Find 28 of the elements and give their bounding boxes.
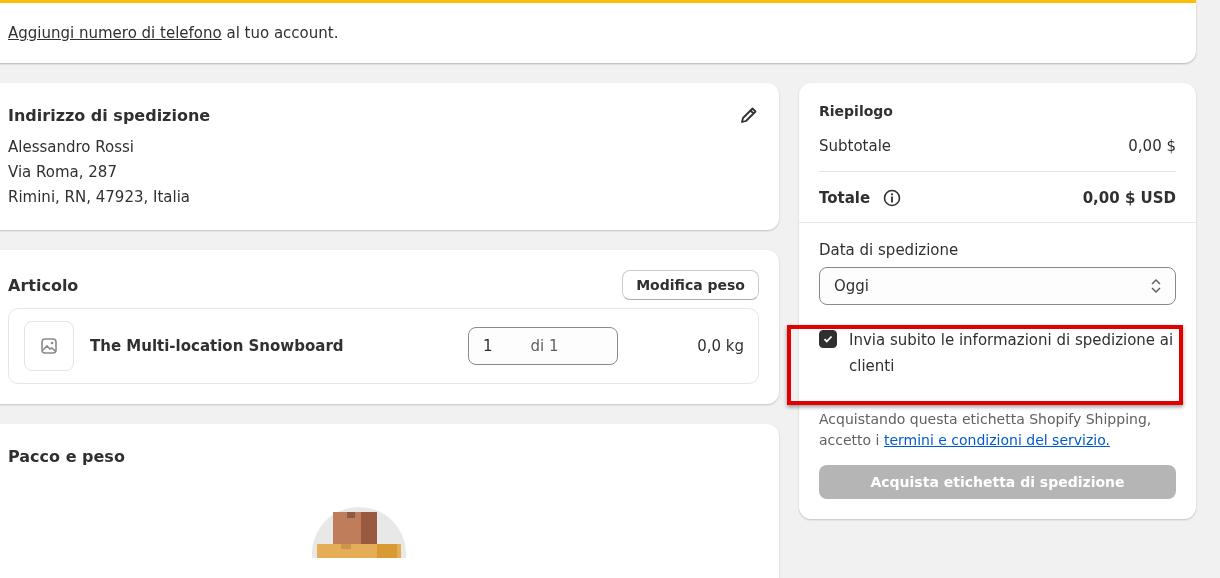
subtotal-label: Subtotale (819, 137, 892, 155)
card-title: Pacco e peso (8, 446, 125, 466)
edit-weight-button[interactable]: Modifica peso (622, 270, 759, 300)
address-line: Via Roma, 287 (8, 162, 118, 183)
edit-icon[interactable] (739, 105, 759, 125)
subtotal-value: 0,00 $ (1128, 137, 1176, 155)
total-value: 0,00 $ USD (1082, 189, 1176, 207)
notice-text: Aggiungi numero di telefono al tuo account. (8, 24, 339, 42)
chevron-icon (1149, 277, 1163, 295)
field-label: Data di spedizione (819, 241, 960, 259)
quantity-field[interactable]: 1 di 1 (468, 327, 618, 365)
phone-link[interactable]: Aggiungi numero di telefono (8, 24, 222, 42)
address-line: Alessandro Rossi (8, 137, 135, 158)
checkbox-label: Invia subito le informazioni di spedizione ai clienti (849, 330, 1175, 377)
checkbox[interactable] (819, 330, 837, 348)
item-weight: 0,0 kg (696, 337, 744, 355)
product-name: The Multi-location Snowboard (90, 337, 345, 355)
address-line: Rimini, RN, 47923, Italia (8, 187, 192, 208)
card-title: Articolo (8, 275, 79, 295)
terms-text: Acquistando questa etichetta Shopify Shipping, accetto i termini e condizioni del servizio. (819, 410, 1153, 450)
info-icon[interactable] (882, 188, 903, 208)
check-icon (822, 333, 834, 345)
date-select[interactable]: Oggi (819, 267, 1176, 305)
image-icon (40, 337, 58, 355)
card-title: Indirizzo di spedizione (8, 105, 211, 125)
terms-link[interactable]: termini e condizioni del servizio. (883, 432, 1110, 448)
total-label: Totale (819, 189, 871, 207)
summary-title: Riepilogo (819, 103, 894, 119)
